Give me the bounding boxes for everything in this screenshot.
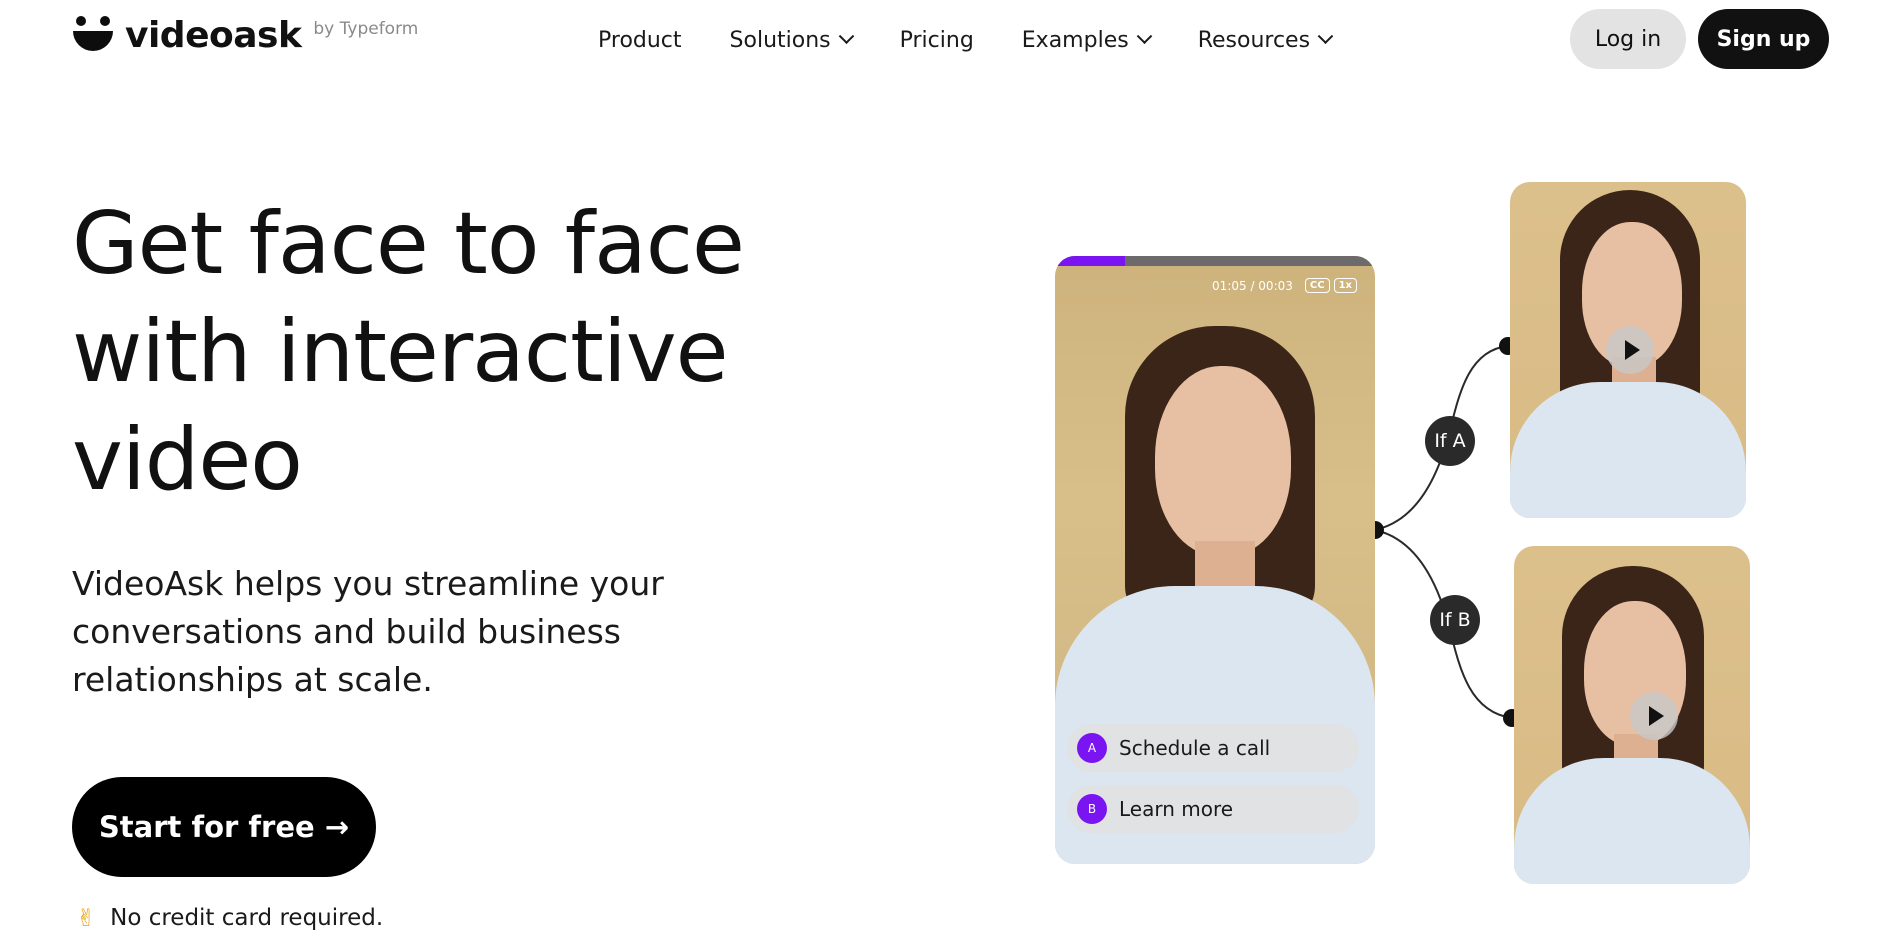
hero-subtitle-line: conversations and build business [72,612,621,651]
nav-resources-label: Resources [1197,27,1311,53]
play-icon [1649,706,1664,726]
no-credit-card-text: No credit card required. [110,905,384,931]
main-video-player[interactable]: 01:05 / 00:03 CC 1x A Schedule a call B … [1055,256,1375,864]
branch-video-b[interactable] [1514,546,1750,884]
hero-title: Get face to face with interactive video [72,190,772,514]
choice-key-a: A [1077,733,1107,763]
choice-label: Learn more [1119,797,1234,821]
presenter-image [1055,256,1375,864]
choice-key-b: B [1077,794,1107,824]
smile-logo-icon [73,16,113,56]
nav-product-label: Product [598,27,682,53]
hero-subtitle-line: relationships at scale. [72,660,433,699]
choice-label: Schedule a call [1119,736,1271,760]
chevron-down-icon [1136,27,1152,44]
nav-product[interactable]: Product [598,28,682,53]
logo-byline: by Typeform [313,19,419,39]
hero-title-line: video [72,410,303,510]
chevron-down-icon [1317,27,1334,44]
branch-label-a: If A [1425,416,1475,466]
play-button[interactable] [1630,692,1678,740]
nav-solutions-label: Solutions [729,27,831,53]
nav-pricing-label: Pricing [899,27,974,53]
hero-title-line: Get face to face [72,194,745,294]
videoask-logo[interactable]: videoask by Typeform [73,14,418,60]
victory-hand-icon: ✌ [76,904,97,932]
top-nav: videoask by Typeform Product Solutions P… [0,0,1890,80]
start-for-free-button[interactable]: Start for free → [72,777,376,877]
choice-learn-more[interactable]: B Learn more [1067,785,1359,833]
nav-examples-label: Examples [1021,27,1129,53]
branch-video-a[interactable] [1510,182,1746,518]
nav-resources[interactable]: Resources [1197,27,1334,53]
nav-examples[interactable]: Examples [1021,27,1152,53]
play-button[interactable] [1606,326,1654,374]
chevron-down-icon [838,27,854,44]
hero-subtitle-line: VideoAsk helps you streamline your [72,564,664,603]
login-button[interactable]: Log in [1570,9,1686,69]
nav-solutions[interactable]: Solutions [729,27,854,53]
main-menu: Product Solutions Pricing Examples Resou… [598,20,1379,60]
choice-schedule-call[interactable]: A Schedule a call [1067,724,1359,772]
branch-label-b: If B [1430,595,1480,645]
nav-pricing[interactable]: Pricing [900,28,974,53]
hero-subtitle: VideoAsk helps you streamline your conve… [72,560,712,704]
hero-title-line: with interactive [72,302,729,402]
signup-button[interactable]: Sign up [1698,9,1829,69]
play-icon [1625,340,1640,360]
logo-wordmark: videoask [125,15,302,56]
no-credit-card-note: ✌ No credit card required. [76,903,383,933]
